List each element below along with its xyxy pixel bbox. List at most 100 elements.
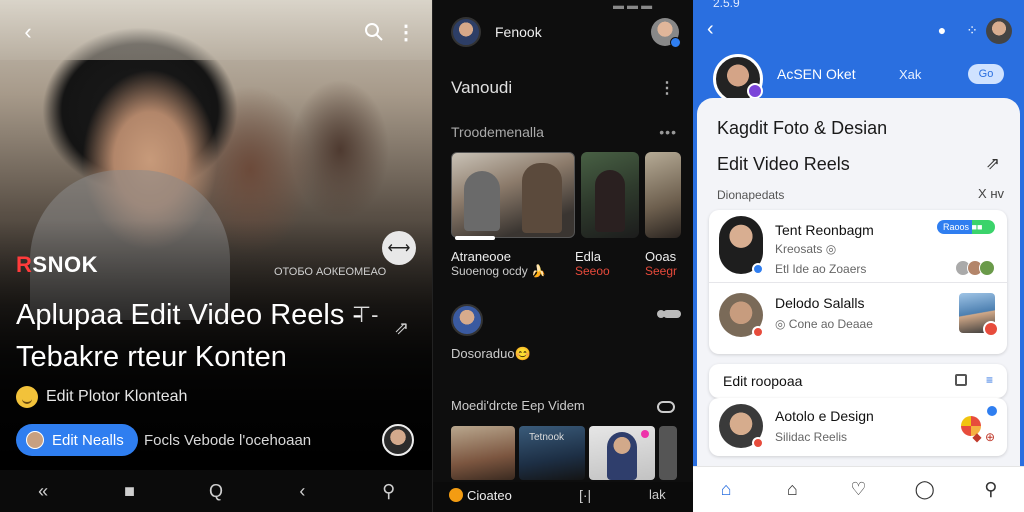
share-icon[interactable]: ⇗ — [394, 318, 409, 339]
edit-reels-button[interactable]: Edit Nealls — [16, 424, 138, 456]
notification-dot — [987, 406, 997, 416]
stop-icon[interactable]: ■ — [115, 481, 145, 502]
avatar — [451, 304, 483, 336]
sheet-subtitle: Edit Video Reels — [717, 154, 850, 174]
cta-label: Edit Nealls — [52, 431, 124, 449]
grid-icon[interactable]: ⁘ — [966, 22, 978, 39]
profile-icon[interactable]: ⚲ — [977, 479, 1005, 500]
video-thumbnail[interactable] — [959, 293, 999, 337]
video-thumbnail[interactable] — [581, 152, 639, 238]
avatar[interactable] — [713, 54, 763, 104]
profile-name: Fenook — [495, 24, 542, 40]
more-options-icon[interactable]: ⋮ — [659, 78, 675, 98]
list-icon[interactable]: ≡ — [986, 373, 993, 387]
content-sheet: Kagdit Foto & Desian Edit Video Reels ⇗ … — [697, 98, 1020, 512]
bottom-nav: « ■ Q ‹ ⚲ — [0, 470, 432, 512]
bottom-nav: ⌂ ⌂ ♡ ◯ ⚲ — [693, 466, 1024, 512]
thumb-subtitle: Seeoo — [575, 264, 610, 278]
location-icon[interactable]: ● — [938, 22, 946, 39]
fire-icon[interactable] — [449, 488, 463, 502]
dark-feed-panel: ▬ ▬ ▬ Fenook Vanoudi ⋮ Troodemenalla •••… — [432, 0, 693, 512]
smile-icon — [16, 386, 38, 408]
section-title: Vanoudi — [451, 78, 513, 97]
home-icon[interactable]: ⌂ — [712, 479, 740, 500]
thumb-title: Ooas — [645, 249, 677, 264]
list-item[interactable]: Tent Reonbagm Kreosats ◎ Etl Ide ao Zoae… — [709, 210, 1007, 282]
progress-bar — [455, 236, 495, 240]
avatar — [26, 431, 44, 449]
video-thumbnail[interactable]: Tetnook — [519, 426, 585, 480]
user-avatar[interactable] — [651, 18, 681, 48]
heart-icon[interactable]: ♡ — [844, 479, 872, 500]
back-icon[interactable]: ‹ — [16, 18, 40, 46]
user-name: AcSEN Oket — [777, 66, 856, 82]
cta-side-text[interactable]: Focls Vebode l'ocehoaan — [144, 432, 311, 449]
video-thumbnail[interactable] — [451, 152, 575, 238]
nav-label[interactable]: Cioateo — [467, 488, 512, 503]
list-item-sub: ◎ Cone ao Deaae — [775, 317, 873, 331]
more-options-icon[interactable]: ⋮ — [396, 18, 416, 46]
feature-note: ◆ ⊕ — [972, 430, 995, 444]
toggle-icon[interactable] — [657, 310, 681, 318]
status-bar: ▬ ▬ ▬ — [613, 0, 653, 12]
go-button[interactable]: Go — [968, 64, 1004, 84]
thumb-text: Tetnook — [529, 432, 565, 443]
subtitle-text: Edit Plotor Klonteah — [46, 388, 188, 405]
swap-icon[interactable]: ⟷ — [382, 231, 416, 265]
avatar — [719, 216, 764, 275]
search-icon[interactable] — [362, 18, 386, 46]
video-thumbnail[interactable] — [659, 426, 677, 480]
meta-action[interactable]: X ʜv — [978, 186, 1004, 201]
list-item-name: Delodo Salalls — [775, 295, 865, 311]
profile-icon[interactable]: ⚲ — [374, 481, 404, 502]
subtitle: Edit Plotor Klonteah — [16, 386, 187, 408]
video-thumbnail[interactable] — [645, 152, 681, 238]
list-item-name: Tent Reonbagm — [775, 222, 874, 238]
status-bar: 2.5.9 — [713, 0, 740, 10]
brand-logo: RSNOK — [16, 252, 98, 277]
list-item[interactable] — [451, 304, 681, 338]
thumb-title: Atraneooe — [451, 249, 511, 264]
top-bar: ‹ ● ⁘ — [707, 18, 1012, 46]
recents-label: Troodemenalla — [451, 124, 544, 140]
profile-header: AcSEN Oket Xak Go — [713, 54, 1010, 104]
bottom-nav: Cioateo [·| lak — [433, 482, 693, 512]
list-item[interactable]: Delodo Salalls ◎ Cone ao Deaae — [709, 282, 1007, 354]
nav-item[interactable]: lak — [649, 487, 666, 502]
editor-panel: 2.5.9 ‹ ● ⁘ AcSEN Oket Xak Go Kagdit Fot… — [693, 0, 1024, 512]
reels-hero-panel: ‹ ⋮ RSNOK ⟷ ОТОБО АОКЕОМЕАО Aplupaa Edit… — [0, 0, 432, 512]
search-icon[interactable]: Q — [201, 481, 231, 502]
feature-item[interactable]: Aotolo e Design Silidac Reelis ◆ ⊕ — [709, 398, 1007, 456]
sheet-title: Kagdit Foto & Desian — [717, 118, 888, 138]
video-thumbnail[interactable] — [589, 426, 655, 480]
list-item-sub: Kreosats ◎ — [775, 242, 837, 256]
section-label: Edit roopoaa — [723, 373, 803, 389]
toggle-icon[interactable] — [657, 401, 675, 413]
share-icon[interactable]: ⇗ — [986, 154, 1000, 174]
back-icon[interactable]: ‹ — [707, 18, 714, 41]
avatar — [719, 404, 764, 449]
list-item-sub: Etl Ide ao Zoaers — [775, 262, 867, 276]
user-avatar[interactable] — [986, 18, 1012, 44]
back-icon[interactable]: ‹ — [287, 481, 317, 502]
feature-name: Aotolo e Design — [775, 408, 874, 424]
section-header: Edit roopoaa ≡ — [709, 364, 1007, 398]
chat-icon[interactable]: ◯ — [911, 479, 939, 500]
page-title: Aplupaa Edit Video Reels - Tebakre rteur… — [16, 299, 363, 373]
more-dots-icon[interactable]: ••• — [659, 124, 677, 140]
profile-header: Fenook — [451, 16, 681, 48]
top-icons: ● ⁘ — [938, 22, 978, 39]
house-icon[interactable]: ⌂ — [778, 479, 806, 500]
user-avatar[interactable] — [382, 424, 414, 456]
rewind-icon[interactable]: « — [28, 481, 58, 502]
avatar-stack — [955, 260, 995, 276]
meta-text: Dionapedats — [717, 188, 785, 202]
feature-sub: Silidac Reelis — [775, 430, 848, 444]
video-thumbnail[interactable] — [451, 426, 515, 480]
user-tag: Xak — [899, 67, 922, 82]
avatar — [719, 293, 764, 338]
avatar[interactable] — [451, 17, 481, 47]
bookmark-icon[interactable] — [955, 374, 967, 386]
creator-list: Tent Reonbagm Kreosats ◎ Etl Ide ao Zoae… — [709, 210, 1007, 354]
nav-item[interactable]: [·| — [579, 487, 591, 503]
